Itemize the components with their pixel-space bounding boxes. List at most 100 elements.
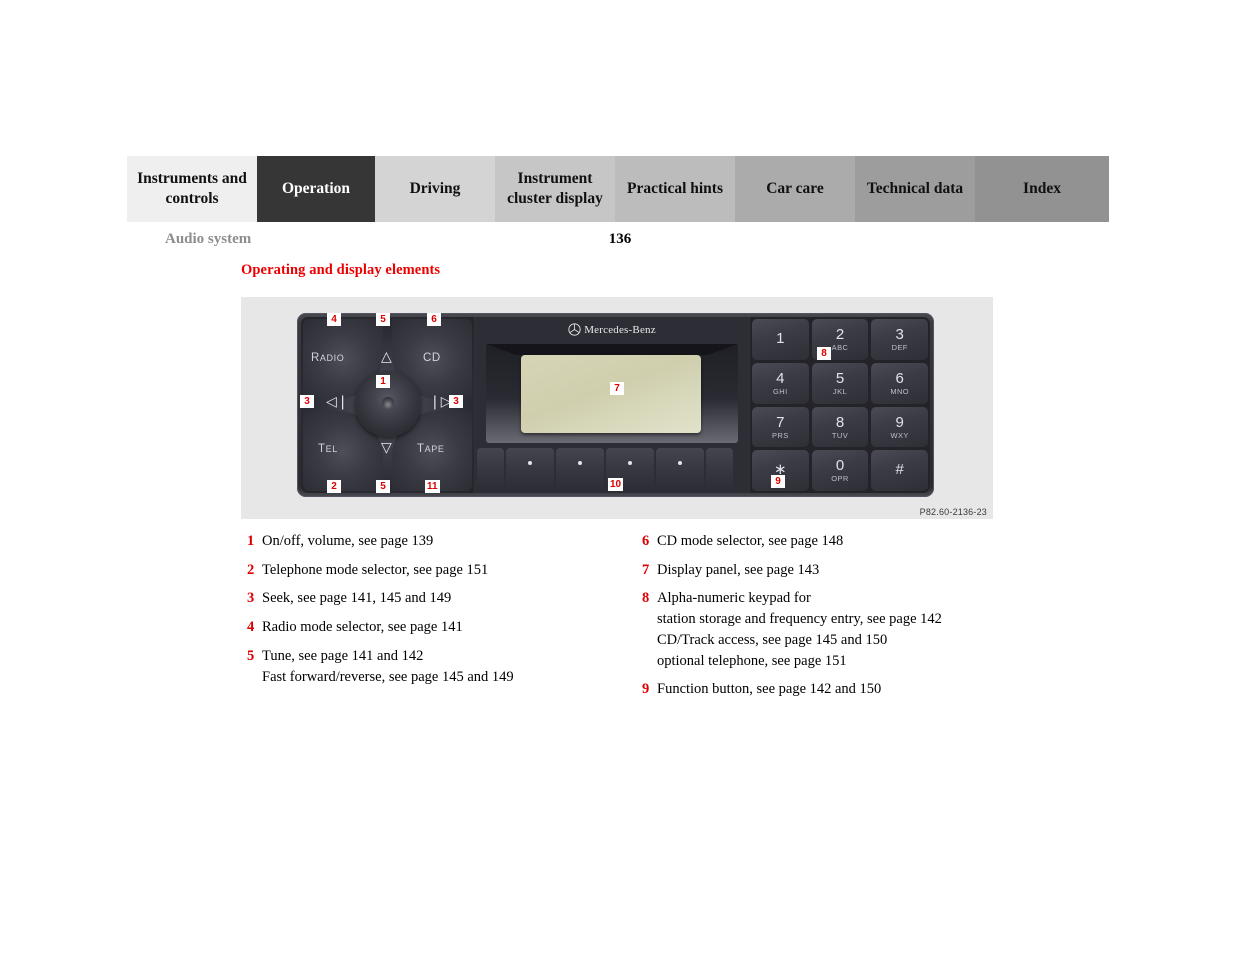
- legend-item: 8 Alpha-numeric keypad for station storage…: [642, 588, 1042, 671]
- tab-driving[interactable]: Driving: [375, 156, 495, 222]
- radio-button-label: RADIO: [311, 352, 345, 364]
- legend-item-number: 6: [642, 533, 650, 549]
- key-9-letters: WXY: [890, 430, 909, 440]
- tab-instrument-cluster-display[interactable]: Instrument cluster display: [495, 156, 615, 222]
- legend-item-text: Telephone mode selector, see page 151: [262, 560, 627, 581]
- alphanumeric-keypad: 1 2 ABC 3 DEF 4 GHI 5 JKL 6 MNO 7 PRS 8 TUV 9 WX…: [750, 317, 930, 493]
- radio-head-unit: RADIO CD TEL TAPE △ ▽ ◁❘ ❘▷ Mercedes-Ben…: [297, 313, 934, 497]
- legend-item-text: CD mode selector, see page 148: [657, 531, 1042, 552]
- legend-item-text: Tune, see page 141 and 142 Fast forward/r…: [262, 646, 627, 687]
- key-6-number: 6: [895, 369, 904, 387]
- key-8-number: 8: [835, 413, 845, 431]
- tab-practical-hints[interactable]: Practical hints: [615, 156, 735, 222]
- figure-code: P82.60-2136-23: [919, 507, 987, 517]
- callout-3: 3: [449, 395, 463, 408]
- key-0-letters: OPR: [831, 474, 849, 484]
- legend-item: 7 Display panel, see page 143: [642, 560, 1042, 581]
- key-3[interactable]: 3 DEF: [871, 319, 928, 360]
- tune-down-arrow-icon[interactable]: ▽: [381, 441, 392, 455]
- callout-5: 5: [376, 313, 390, 326]
- legend-item-line: station storage and frequency entry, see…: [657, 611, 942, 628]
- legend-item-line: optional telephone, see page 151: [657, 652, 847, 669]
- legend-item-line: CD/Track access, see page 145 and 150: [657, 631, 888, 648]
- key-1[interactable]: 1: [752, 319, 809, 360]
- callout-11: 11: [425, 480, 440, 493]
- tab-index[interactable]: Index: [975, 156, 1109, 222]
- legend-item-text: Display panel, see page 143: [657, 560, 1042, 581]
- legend-item-text: On/off, volume, see page 139: [262, 531, 627, 552]
- legend-item-text: Seek, see page 141, 145 and 149: [262, 588, 627, 609]
- key-9-number: 9: [895, 413, 904, 431]
- key-4[interactable]: 4 GHI: [752, 362, 809, 404]
- callout-3: 3: [300, 395, 314, 408]
- callout-4: 4: [327, 313, 341, 326]
- brand-label: Mercedes-Benz: [476, 323, 748, 339]
- display-block: Mercedes-Benz: [476, 317, 748, 493]
- key-4-number: 4: [776, 369, 785, 387]
- function-button-2[interactable]: [556, 448, 604, 490]
- seek-previous-icon[interactable]: ◁❘: [326, 395, 349, 409]
- tel-button-label: TEL: [318, 443, 338, 455]
- legend-item: 6 CD mode selector, see page 148: [642, 531, 1042, 552]
- key-7[interactable]: 7 PRS: [752, 406, 809, 448]
- legend-item-number: 3: [247, 590, 255, 607]
- key-0[interactable]: 0 OPR: [811, 450, 869, 491]
- key-8-letters: TUV: [831, 430, 849, 440]
- legend-item-line: Tune, see page 141 and 142: [262, 647, 424, 664]
- key-0-number: 0: [835, 457, 845, 475]
- legend-item-text: Function button, see page 142 and 150: [657, 679, 1042, 700]
- callout-7: 7: [610, 382, 624, 395]
- legend-item-line: Fast forward/reverse, see page 145 and 1…: [262, 668, 514, 685]
- legend-item-line: Telephone mode selector, see page 151: [262, 561, 489, 578]
- legend-item-line: On/off, volume, see page 139: [262, 533, 434, 549]
- tab-operation[interactable]: Operation: [257, 156, 375, 222]
- key-3-number: 3: [895, 326, 904, 344]
- legend-item-text: Radio mode selector, see page 141: [262, 617, 627, 638]
- legend-item-line: Function button, see page 142 and 150: [657, 681, 882, 698]
- key-7-letters: PRS: [772, 430, 789, 440]
- function-button-1[interactable]: [506, 448, 554, 490]
- tab-instruments-and-controls[interactable]: Instruments and controls: [127, 156, 257, 222]
- page-number: 136: [608, 231, 632, 247]
- legend-item-number: 8: [642, 590, 650, 607]
- key-4-letters: GHI: [773, 386, 788, 396]
- legend-item: 9 Function button, see page 142 and 150: [642, 679, 1042, 700]
- function-button-4[interactable]: [656, 448, 704, 490]
- key-5-letters: JKL: [832, 386, 848, 396]
- legend-column-left: 1 On/off, volume, see page 139 2 Telephone …: [247, 531, 627, 695]
- legend-item-line: CD mode selector, see page 148: [657, 533, 844, 549]
- page-title: Operating and display elements: [241, 262, 441, 278]
- function-button-left-end[interactable]: [477, 448, 504, 490]
- key-8[interactable]: 8 TUV: [811, 406, 869, 448]
- legend-item-number: 1: [247, 533, 255, 549]
- callout-5: 5: [376, 480, 390, 493]
- callout-1: 1: [376, 375, 390, 388]
- legend-item: 3 Seek, see page 141, 145 and 149: [247, 588, 627, 609]
- tab-car-care[interactable]: Car care: [735, 156, 855, 222]
- legend-item: 4 Radio mode selector, see page 141: [247, 617, 627, 638]
- key-5[interactable]: 5 JKL: [811, 362, 869, 404]
- key-6[interactable]: 6 MNO: [871, 362, 928, 404]
- callout-2: 2: [327, 480, 341, 493]
- key-5-number: 5: [835, 369, 845, 387]
- tab-technical-data[interactable]: Technical data: [855, 156, 975, 222]
- callout-8: 8: [817, 347, 831, 360]
- legend-item-number: 5: [247, 647, 255, 664]
- legend-item: 1 On/off, volume, see page 139: [247, 531, 627, 552]
- function-button-right-end[interactable]: [706, 448, 733, 490]
- legend-item: 5 Tune, see page 141 and 142 Fast forward/…: [247, 646, 627, 687]
- key-hash[interactable]: #: [871, 450, 928, 491]
- legend-item-line: Alpha-numeric keypad for: [657, 590, 811, 607]
- tape-button-label: TAPE: [417, 443, 445, 455]
- legend-item-number: 2: [247, 561, 255, 578]
- tune-up-arrow-icon[interactable]: △: [381, 350, 392, 364]
- mercedes-star-icon: [568, 323, 581, 339]
- key-9[interactable]: 9 WXY: [871, 406, 928, 448]
- legend-column-right: 6 CD mode selector, see page 148 7 Display …: [642, 531, 1042, 708]
- callout-6: 6: [427, 313, 441, 326]
- legend-item-line: Seek, see page 141, 145 and 149: [262, 590, 452, 607]
- legend-item-number: 7: [642, 561, 650, 578]
- cd-button-label: CD: [423, 352, 441, 364]
- legend-item-line: Radio mode selector, see page 141: [262, 619, 463, 636]
- key-6-letters: MNO: [890, 386, 910, 396]
